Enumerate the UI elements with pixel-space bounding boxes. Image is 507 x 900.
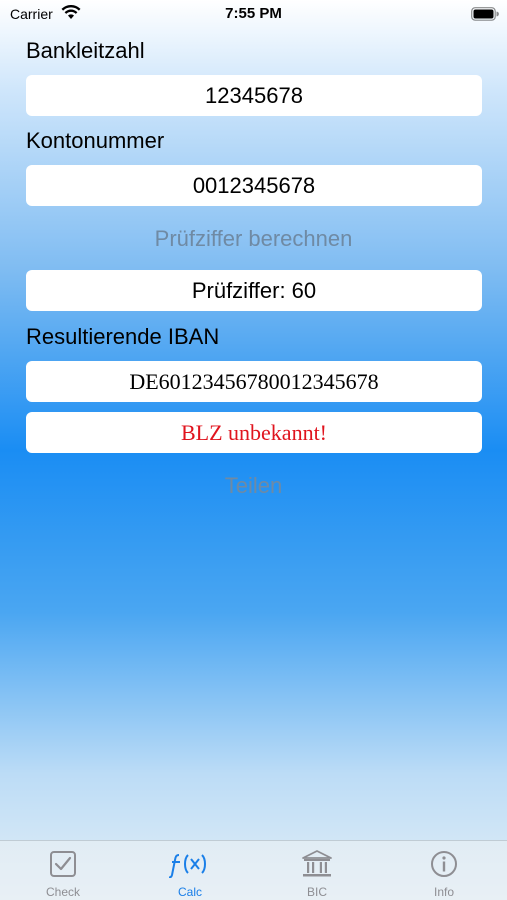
- tab-calc[interactable]: Calc: [127, 841, 253, 900]
- tab-bic[interactable]: BIC: [254, 841, 380, 900]
- tab-info[interactable]: Info: [381, 841, 507, 900]
- share-button[interactable]: Teilen: [0, 473, 507, 499]
- status-message: BLZ unbekannt!: [26, 412, 482, 453]
- iban-label: Resultierende IBAN: [26, 324, 220, 349]
- blz-input[interactable]: 12345678: [26, 75, 482, 116]
- calc-checksum-button[interactable]: Prüfziffer berechnen: [0, 226, 507, 252]
- konto-label: Kontonummer: [26, 128, 165, 153]
- info-icon: [381, 850, 507, 880]
- iban-output[interactable]: DE60123456780012345678: [26, 361, 482, 402]
- tab-bar: Check Calc BIC Info: [0, 840, 507, 900]
- battery-icon: [471, 7, 499, 24]
- checksum-display: Prüfziffer: 60: [26, 270, 482, 311]
- status-bar: Carrier 7:55 PM: [0, 0, 507, 30]
- blz-label: Bankleitzahl: [26, 38, 145, 63]
- clock-time: 7:55 PM: [225, 5, 282, 22]
- bank-icon: [254, 850, 380, 880]
- tab-label: Info: [433, 885, 454, 899]
- konto-input[interactable]: 0012345678: [26, 165, 482, 206]
- tab-label: Check: [45, 885, 80, 899]
- tab-label: BIC: [306, 885, 327, 899]
- tab-label: Calc: [177, 885, 202, 899]
- checkbox-icon: [0, 850, 126, 880]
- tab-check[interactable]: Check: [0, 841, 126, 900]
- function-icon: [127, 850, 253, 880]
